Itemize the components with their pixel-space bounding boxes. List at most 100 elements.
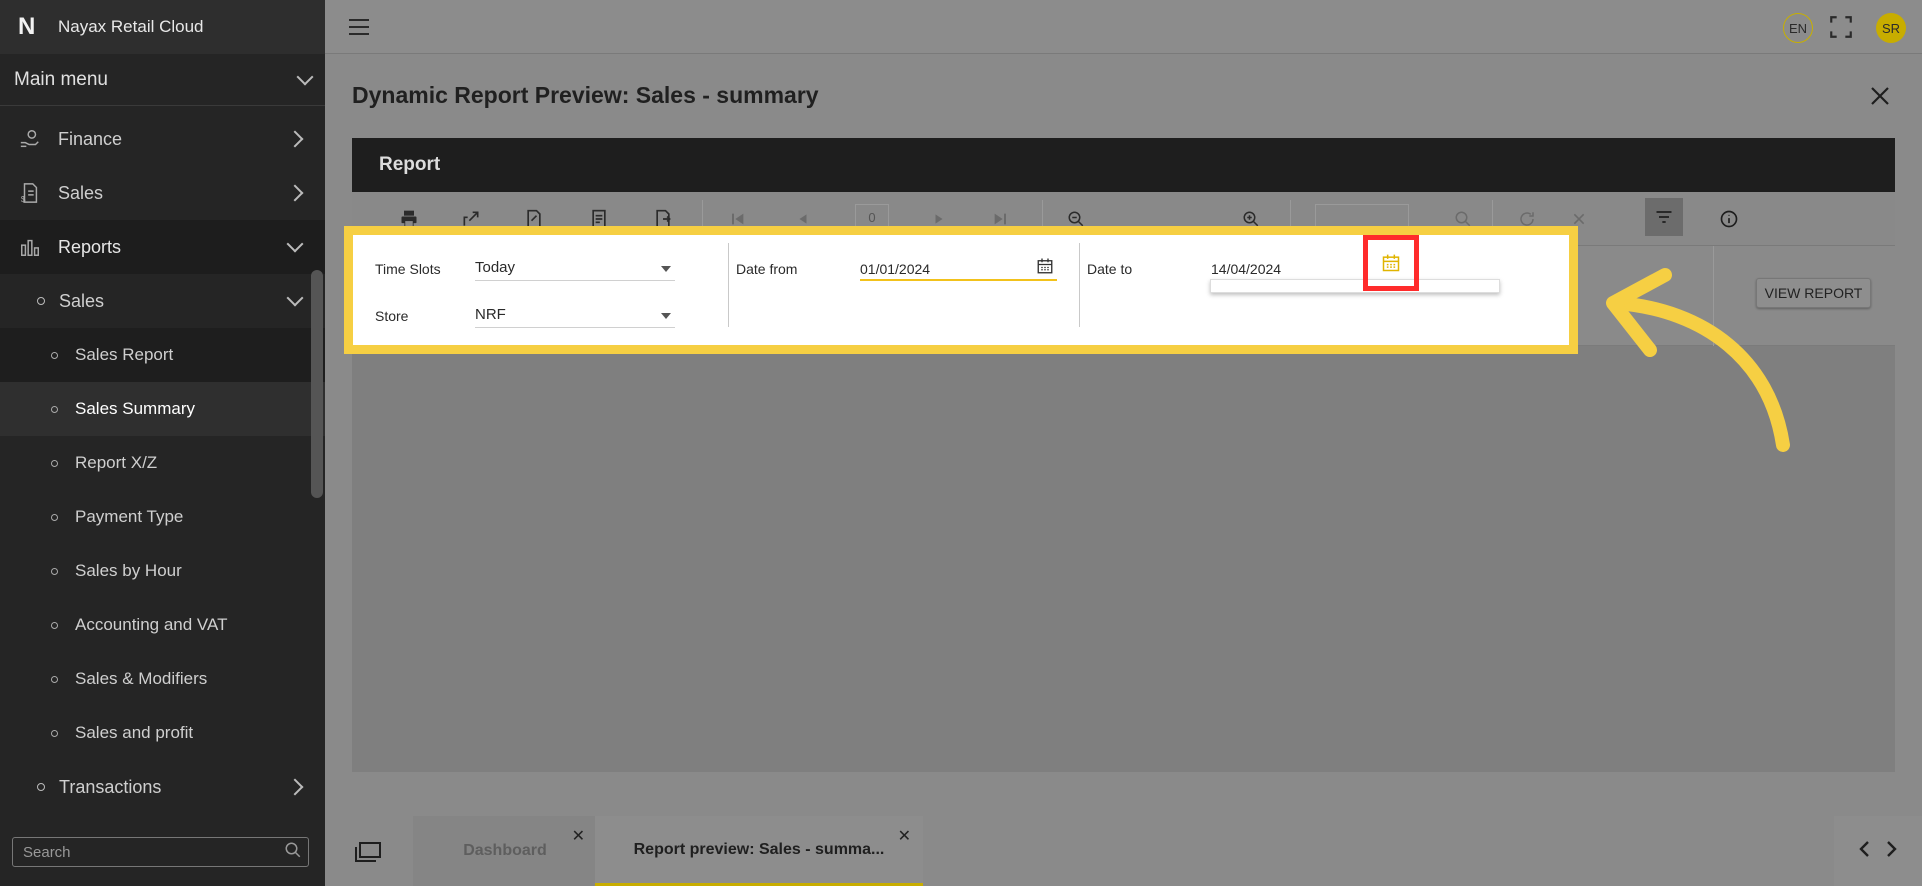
tab-label: Report preview: Sales - summa... <box>633 840 885 858</box>
bullet-icon <box>51 351 58 359</box>
report-parameters-panel: Time Slots Today Store NRF Date from 01/… <box>344 226 1578 354</box>
sidebar-leaf-accounting-vat[interactable]: Accounting and VAT <box>0 598 325 652</box>
sidebar-item-label: Sales <box>59 290 105 311</box>
sidebar-item-label: Reports <box>58 236 122 257</box>
sidebar-leaf-sales-report[interactable]: Sales Report <box>0 328 325 382</box>
bullet-icon <box>51 621 58 629</box>
caret-down-icon <box>661 313 671 319</box>
parameters-divider <box>728 243 729 327</box>
sidebar-leaf-label: Accounting and VAT <box>75 615 228 634</box>
sidebar-leaf-sales-by-hour[interactable]: Sales by Hour <box>0 544 325 598</box>
search-placeholder: Search <box>23 843 71 861</box>
close-icon[interactable]: ✕ <box>898 826 911 846</box>
sidebar-item-sales[interactable]: $ Sales <box>0 166 325 220</box>
bullet-icon <box>37 297 45 305</box>
date-to-calendar-highlight[interactable] <box>1363 235 1419 291</box>
bullet-icon <box>51 513 58 521</box>
sidebar-leaf-label: Payment Type <box>75 507 184 526</box>
chevron-left-icon[interactable] <box>1857 838 1871 864</box>
curved-arrow-annotation <box>1606 268 1790 452</box>
time-slots-label: Time Slots <box>375 261 441 277</box>
receipt-dollar-icon: $ <box>18 181 42 205</box>
sidebar-item-reports-sales[interactable]: Sales <box>0 274 325 328</box>
svg-text:$: $ <box>21 195 26 204</box>
tab-report-preview[interactable]: Report preview: Sales - summa... ✕ <box>595 816 923 886</box>
caret-down-icon <box>661 266 671 272</box>
chevron-down-icon <box>286 289 304 307</box>
tab-dashboard[interactable]: Dashboard ✕ <box>413 816 597 886</box>
sidebar: N Nayax Retail Cloud Main menu Finance $… <box>0 0 325 886</box>
fullscreen-icon[interactable] <box>1828 14 1854 40</box>
sidebar-leaf-sales-summary[interactable]: Sales Summary <box>0 382 325 436</box>
bullet-icon <box>51 675 58 683</box>
bottom-tab-bar: Dashboard ✕ Report preview: Sales - summ… <box>325 816 1922 886</box>
sidebar-item-label: Transactions <box>59 776 162 797</box>
date-to-calendar-icon[interactable] <box>1381 253 1401 273</box>
sidebar-leaf-label: Sales Report <box>75 345 174 364</box>
sidebar-leaf-sales-modifiers[interactable]: Sales & Modifiers <box>0 652 325 706</box>
date-to-dropdown <box>1210 279 1500 293</box>
sidebar-leaf-label: Sales Summary <box>75 399 195 418</box>
store-select[interactable]: NRF <box>475 302 675 328</box>
main-menu-toggle[interactable]: Main menu <box>0 54 325 106</box>
sidebar-leaf-label: Report X/Z <box>75 453 158 472</box>
time-slots-value: Today <box>475 259 516 276</box>
sidebar-leaf-label: Sales & Modifiers <box>75 669 208 688</box>
sidebar-leaf-payment-type[interactable]: Payment Type <box>0 490 325 544</box>
hand-money-icon <box>18 127 42 151</box>
tab-scroll-controls <box>1834 816 1922 886</box>
bullet-icon <box>37 783 45 791</box>
sidebar-leaf-report-xz[interactable]: Report X/Z <box>0 436 325 490</box>
date-from-label: Date from <box>736 261 798 277</box>
filter-button[interactable] <box>1645 198 1683 236</box>
windows-icon[interactable] <box>355 842 381 862</box>
sidebar-item-transactions[interactable]: Transactions <box>0 760 325 814</box>
chevron-right-icon <box>286 184 304 202</box>
chevron-down-icon <box>296 68 314 85</box>
date-to-value: 14/04/2024 <box>1211 261 1282 277</box>
main-menu-label: Main menu <box>14 68 108 90</box>
brand-title: Nayax Retail Cloud <box>58 17 204 36</box>
nayax-logo-icon: N <box>18 13 36 40</box>
parameters-divider <box>1079 243 1080 327</box>
tab-label: Dashboard <box>463 842 547 859</box>
chevron-right-icon[interactable] <box>1885 838 1899 864</box>
search-icon[interactable] <box>284 841 302 863</box>
sidebar-item-reports[interactable]: Reports <box>0 220 325 274</box>
info-icon[interactable] <box>1718 208 1740 230</box>
close-icon[interactable] <box>1868 84 1892 108</box>
sidebar-item-label: Sales <box>58 182 104 203</box>
user-avatar[interactable]: SR <box>1876 13 1906 43</box>
time-slots-select[interactable]: Today <box>475 255 675 281</box>
report-header: Report <box>352 138 1895 192</box>
date-from-value: 01/01/2024 <box>860 261 931 277</box>
close-icon[interactable]: ✕ <box>572 826 585 846</box>
top-bar: EN SR <box>325 0 1922 54</box>
chevron-right-icon <box>286 130 304 148</box>
brand-bar[interactable]: N Nayax Retail Cloud <box>0 0 325 54</box>
date-from-input[interactable]: 01/01/2024 <box>860 255 1057 281</box>
sidebar-leaf-label: Sales and profit <box>75 723 194 742</box>
bullet-icon <box>51 405 58 413</box>
page-title: Dynamic Report Preview: Sales - summary <box>352 82 819 108</box>
sidebar-search-input[interactable]: Search <box>12 837 309 867</box>
chevron-down-icon <box>286 235 304 253</box>
chevron-right-icon <box>286 778 304 796</box>
sidebar-leaf-sales-profit[interactable]: Sales and profit <box>0 706 325 760</box>
date-from-calendar-icon[interactable] <box>1036 257 1054 275</box>
sidebar-leaf-label: Sales by Hour <box>75 561 182 580</box>
date-to-input[interactable]: 14/04/2024 <box>1211 255 1361 281</box>
date-to-label: Date to <box>1087 261 1133 277</box>
bullet-icon <box>51 729 58 737</box>
sidebar-item-finance[interactable]: Finance <box>0 112 325 166</box>
hamburger-menu-icon[interactable] <box>349 19 369 35</box>
bar-chart-icon <box>18 235 42 259</box>
sidebar-scrollbar[interactable] <box>311 270 323 498</box>
bullet-icon <box>51 459 58 467</box>
bullet-icon <box>51 567 58 575</box>
sidebar-nav: Finance $ Sales Reports Sales Sales Repo… <box>0 112 325 814</box>
store-value: NRF <box>475 306 506 323</box>
language-button[interactable]: EN <box>1783 13 1813 43</box>
sidebar-item-label: Finance <box>58 128 123 149</box>
store-label: Store <box>375 308 409 324</box>
